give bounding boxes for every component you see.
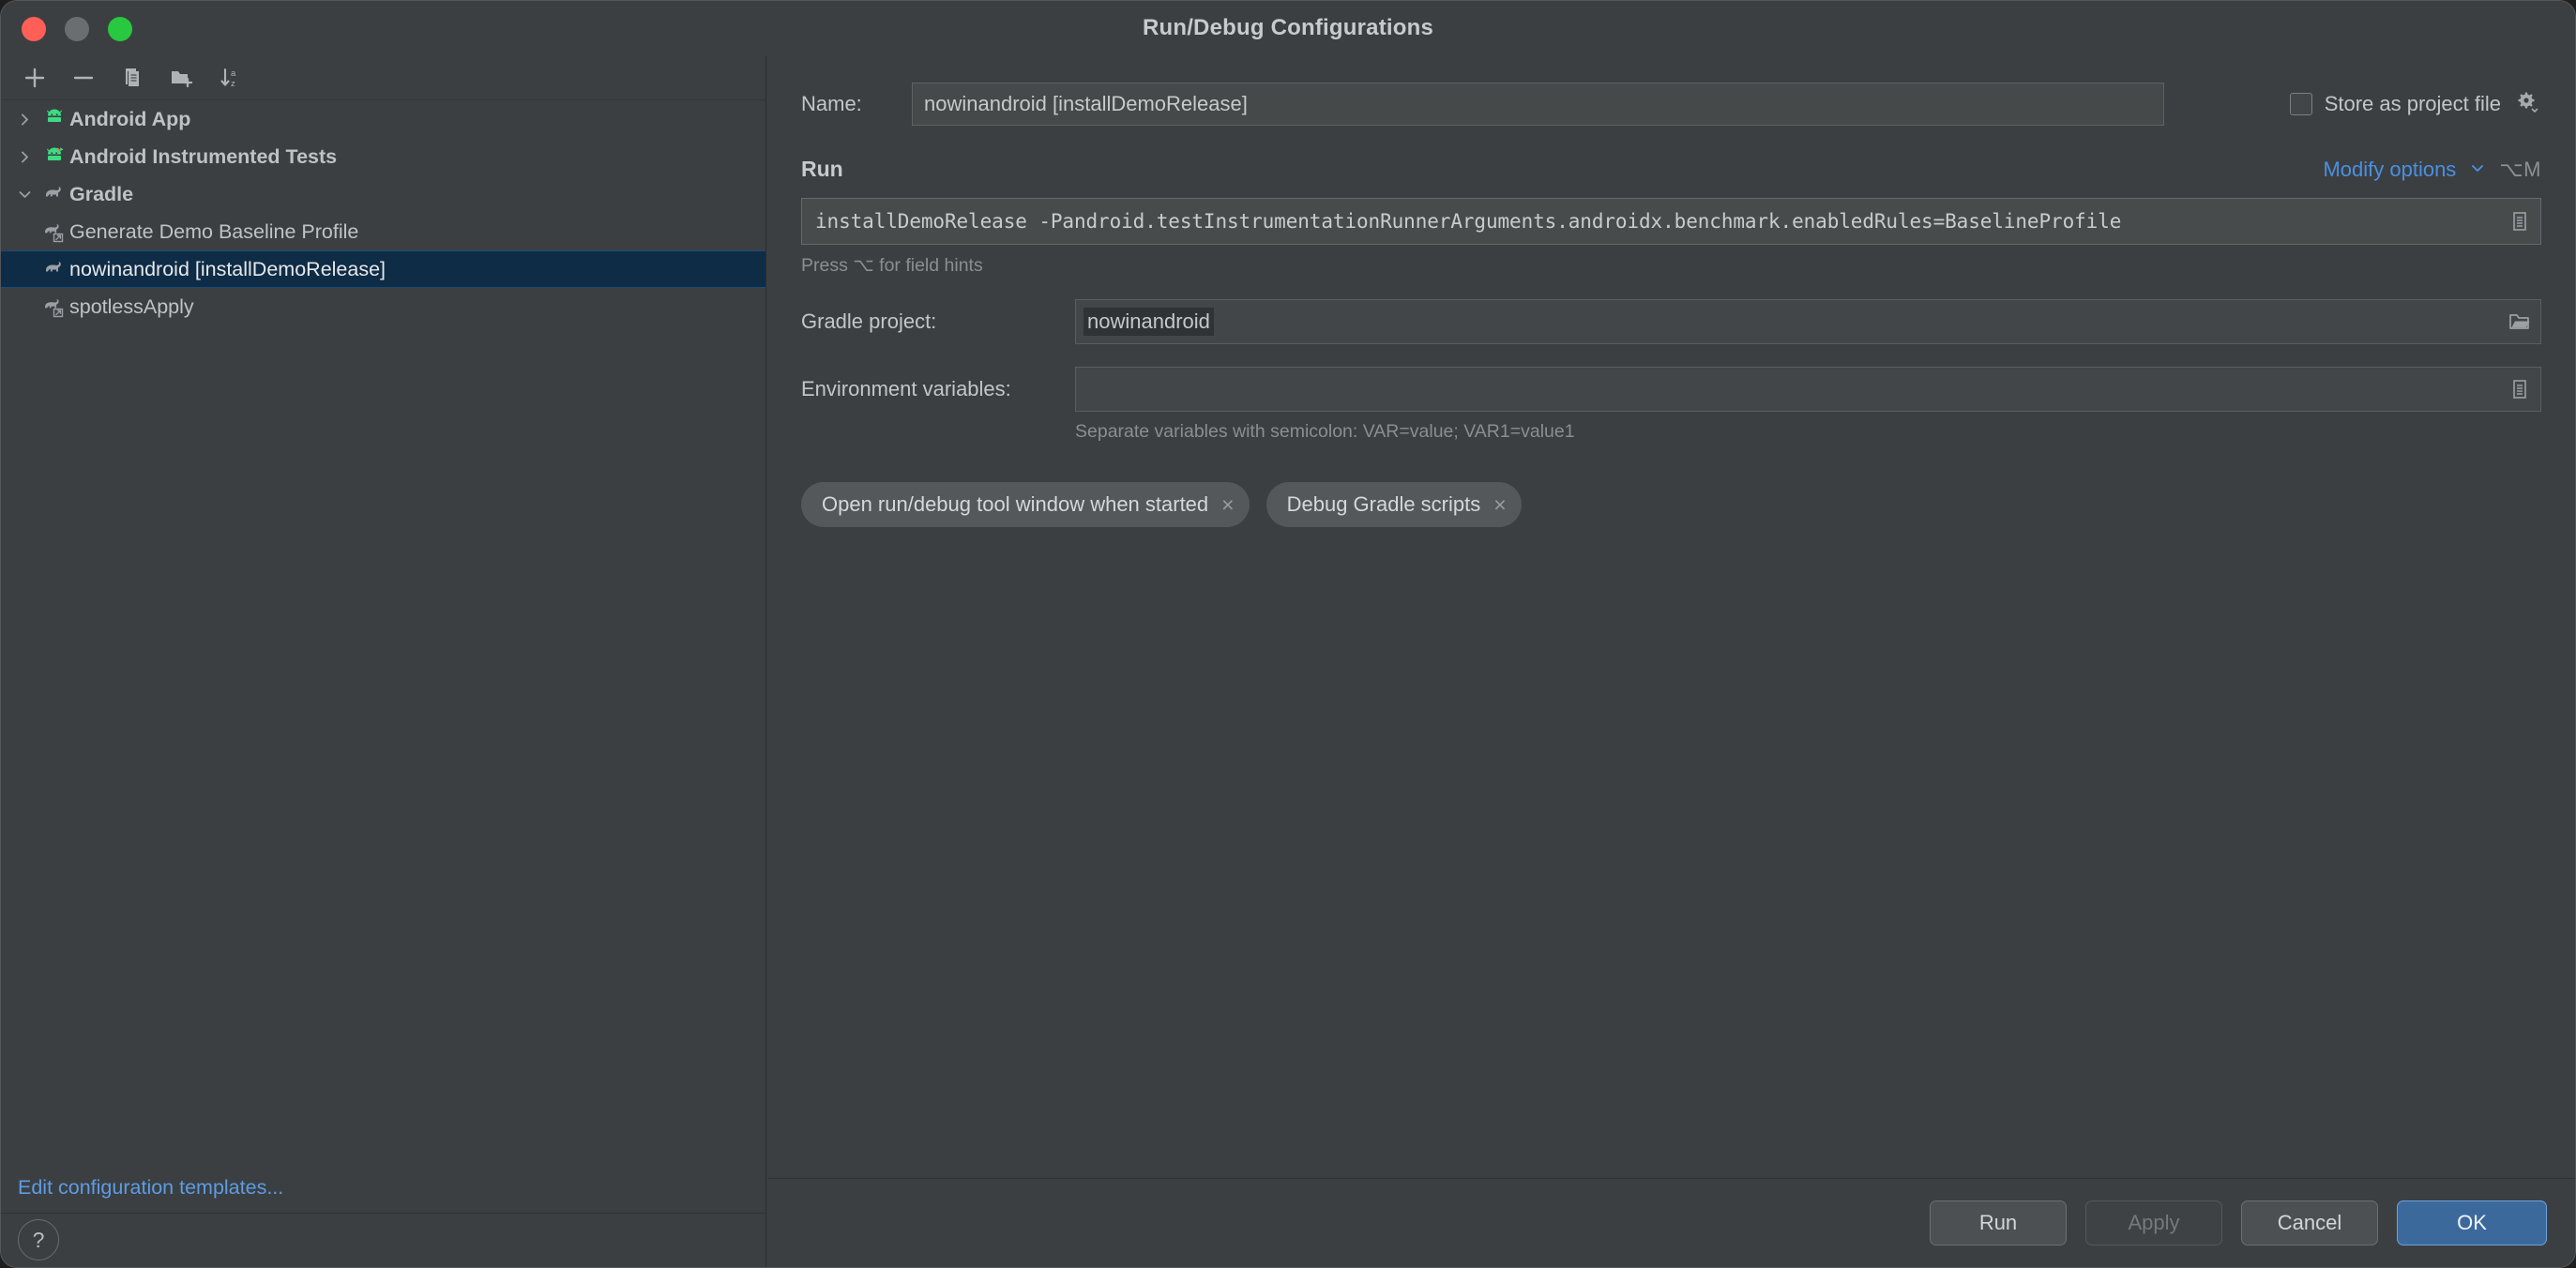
run-debug-configurations-dialog: Run/Debug Configurations a z Android App… xyxy=(0,0,2576,1268)
folder-icon[interactable] xyxy=(2508,308,2532,336)
chevron-down-icon[interactable] xyxy=(8,187,40,203)
remove-configuration-button[interactable] xyxy=(59,59,108,97)
android-robot-test-icon xyxy=(40,145,68,168)
gradle-project-row: Gradle project: nowinandroid xyxy=(801,299,2541,344)
run-section-header: Run Modify options ⌥M xyxy=(801,157,2541,182)
configurations-panel: a z Android App Android Instrumented Tes… xyxy=(1,55,766,1267)
sort-alphabetically-button[interactable]: a z xyxy=(205,59,254,97)
tree-item-gradle[interactable]: Gradle xyxy=(1,175,765,213)
chevron-down-icon[interactable] xyxy=(2468,158,2487,182)
copy-configuration-button[interactable] xyxy=(108,59,157,97)
environment-variables-input[interactable] xyxy=(1075,367,2541,412)
gradle-task-icon xyxy=(40,220,68,243)
android-robot-icon xyxy=(40,108,68,130)
tree-item-spotlessapply[interactable]: spotlessApply xyxy=(1,288,765,325)
tree-item-nowinandroid-installdemorelease[interactable]: nowinandroid [installDemoRelease] xyxy=(1,250,765,288)
store-as-project-file-checkbox[interactable] xyxy=(2289,93,2312,115)
environment-variables-row: Environment variables: xyxy=(801,367,2541,412)
store-as-project-file-group: Store as project file xyxy=(2289,89,2541,120)
name-input[interactable]: nowinandroid [installDemoRelease] xyxy=(912,83,2164,126)
tree-item-label: Android App xyxy=(69,107,191,130)
maximize-window-button[interactable] xyxy=(108,17,132,41)
chevron-right-icon[interactable] xyxy=(8,149,40,165)
modify-options-link[interactable]: Modify options xyxy=(2323,158,2456,182)
window-title: Run/Debug Configurations xyxy=(1142,15,1434,40)
svg-text:z: z xyxy=(231,79,235,89)
tag-label: Open run/debug tool window when started xyxy=(822,492,1209,516)
store-as-project-file-label: Store as project file xyxy=(2324,92,2501,115)
gradle-project-input[interactable]: nowinandroid xyxy=(1075,299,2541,344)
close-icon[interactable]: × xyxy=(1221,493,1234,516)
tree-item-label: Generate Demo Baseline Profile xyxy=(69,219,359,243)
run-section-title: Run xyxy=(801,157,843,181)
gradle-elephant-icon xyxy=(40,258,68,280)
environment-variables-hint: Separate variables with semicolon: VAR=v… xyxy=(1075,421,1575,442)
gradle-project-value: nowinandroid xyxy=(1083,308,1214,336)
expand-editor-icon[interactable] xyxy=(2508,207,2532,235)
tree-item-label: Android Instrumented Tests xyxy=(69,144,338,168)
options-tag-list: Open run/debug tool window when started … xyxy=(801,482,2541,527)
name-row: Name: nowinandroid [installDemoRelease] … xyxy=(801,82,2541,127)
gear-dropdown-icon[interactable] xyxy=(2513,89,2539,120)
gradle-project-label: Gradle project: xyxy=(801,309,937,333)
gradle-elephant-icon xyxy=(40,183,68,205)
tag-debug-gradle-scripts[interactable]: Debug Gradle scripts × xyxy=(1265,482,1522,527)
chevron-right-icon[interactable] xyxy=(8,112,40,128)
run-button[interactable]: Run xyxy=(1930,1200,2067,1245)
tree-item-label: spotlessApply xyxy=(69,294,194,318)
tree-item-label: nowinandroid [installDemoRelease] xyxy=(69,257,386,280)
tree-item-generate-demo-baseline-profile[interactable]: Generate Demo Baseline Profile xyxy=(1,213,765,250)
environment-variables-label: Environment variables: xyxy=(801,377,1011,400)
new-folder-button[interactable] xyxy=(157,59,205,97)
svg-text:a: a xyxy=(231,68,236,79)
window-controls xyxy=(22,17,132,41)
configurations-toolbar: a z xyxy=(1,55,765,100)
cancel-button[interactable]: Cancel xyxy=(2241,1200,2378,1245)
apply-button[interactable]: Apply xyxy=(2085,1200,2222,1245)
environment-variables-value xyxy=(1083,387,1091,391)
help-button[interactable]: ? xyxy=(18,1219,59,1260)
name-label: Name: xyxy=(801,92,862,115)
tree-item-android-instrumented-tests[interactable]: Android Instrumented Tests xyxy=(1,138,765,175)
modify-options-shortcut: ⌥M xyxy=(2499,158,2541,181)
title-bar: Run/Debug Configurations xyxy=(1,1,2575,55)
footer-divider xyxy=(1,1213,765,1214)
dialog-button-bar: Run Apply Cancel OK xyxy=(767,1178,2575,1267)
edit-configuration-templates-link[interactable]: Edit configuration templates... xyxy=(18,1176,283,1200)
tag-label: Debug Gradle scripts xyxy=(1286,492,1481,516)
ok-button[interactable]: OK xyxy=(2397,1200,2547,1245)
tag-open-run-debug-tool-window[interactable]: Open run/debug tool window when started … xyxy=(801,482,1250,527)
gradle-task-icon xyxy=(40,295,68,318)
run-command-input[interactable]: installDemoRelease -Pandroid.testInstrum… xyxy=(801,198,2541,245)
name-input-value: nowinandroid [installDemoRelease] xyxy=(924,92,1248,115)
add-configuration-button[interactable] xyxy=(10,59,59,97)
tree-item-label: Gradle xyxy=(69,182,134,205)
minimize-window-button[interactable] xyxy=(65,17,89,41)
close-icon[interactable]: × xyxy=(1493,493,1506,516)
field-hints-text: Press ⌥ for field hints xyxy=(801,255,983,276)
configuration-editor-panel: Name: nowinandroid [installDemoRelease] … xyxy=(767,55,2575,1267)
run-command-value: installDemoRelease -Pandroid.testInstrum… xyxy=(815,210,2122,233)
tree-item-android-app[interactable]: Android App xyxy=(1,100,765,138)
expand-editor-icon[interactable] xyxy=(2508,375,2532,403)
close-window-button[interactable] xyxy=(22,17,46,41)
configurations-tree[interactable]: Android App Android Instrumented Tests G… xyxy=(1,100,765,1155)
